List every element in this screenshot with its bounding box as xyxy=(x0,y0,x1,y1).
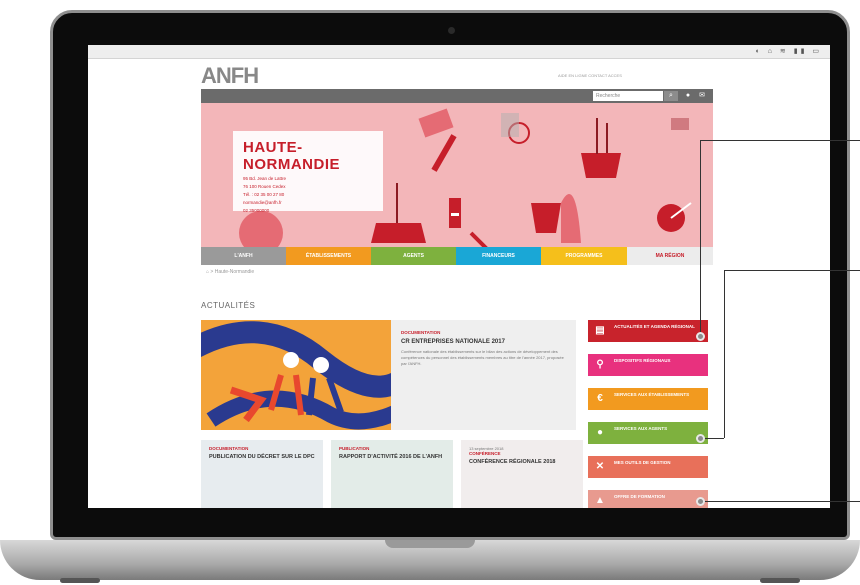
page-title: ACTUALITÉS xyxy=(201,301,256,310)
region-name: HAUTE-NORMANDIE xyxy=(243,139,340,173)
card-kicker: CONFÉRENCE xyxy=(469,451,501,456)
sidebar-item-agenda[interactable]: ▤ ACTUALITÉS ET AGENDA RÉGIONAL xyxy=(588,320,708,342)
sidebar-item-label: MES OUTILS DE GESTION xyxy=(614,460,671,465)
feature-image[interactable] xyxy=(201,320,391,430)
card-title[interactable]: CONFÉRENCE RÉGIONALE 2018 xyxy=(469,459,575,466)
news-card[interactable]: PUBLICATION RAPPORT D'ACTIVITÉ 2016 DE L… xyxy=(331,440,453,508)
sidebar-item-label: OFFRE DE FORMATION xyxy=(614,494,665,499)
feature-article[interactable]: DOCUMENTATION CR ENTREPRISES NATIONALE 2… xyxy=(391,320,576,430)
nav-item-agents[interactable]: AGENTS xyxy=(371,247,456,265)
fax-line: 02 35000000 xyxy=(243,208,270,213)
callout-line xyxy=(724,270,725,438)
card-title[interactable]: RAPPORT D'ACTIVITÉ 2016 DE L'ANFH xyxy=(339,454,445,461)
card-kicker: PUBLICATION xyxy=(339,446,370,451)
region-banner: HAUTE-NORMANDIE 95 Bd. Jean de Lattre 76… xyxy=(201,103,713,247)
tools-icon: ✕ xyxy=(595,461,605,472)
laptop-notch xyxy=(385,540,475,548)
sidebar-item-etablissements[interactable]: € SERVICES AUX ÉTABLISSEMENTS xyxy=(588,388,708,410)
sidebar-item-label: SERVICES AUX AGENTS xyxy=(614,426,668,431)
address-line: 95 Bd. Jean de Lattre xyxy=(243,176,287,181)
search-icon[interactable]: ⌕ xyxy=(664,91,678,101)
graduation-icon: ▲ xyxy=(595,495,605,506)
laptop-foot xyxy=(760,578,800,583)
sidebar-item-formation[interactable]: ▲ OFFRE DE FORMATION xyxy=(588,490,708,508)
nav-item-programmes[interactable]: PROGRAMMES xyxy=(541,247,627,265)
callout-dot xyxy=(696,497,705,506)
news-card[interactable]: 13 septembre 2018 CONFÉRENCE CONFÉRENCE … xyxy=(461,440,583,508)
nav-item-etablissements[interactable]: ÉTABLISSEMENTS xyxy=(286,247,371,265)
news-card[interactable]: DOCUMENTATION PUBLICATION DU DÉCRET SUR … xyxy=(201,440,323,508)
user-icon[interactable]: ● xyxy=(682,91,694,101)
laptop-foot xyxy=(60,578,100,583)
region-contact-card: HAUTE-NORMANDIE 95 Bd. Jean de Lattre 76… xyxy=(233,131,383,213)
card-title[interactable]: PUBLICATION DU DÉCRET SUR LE DPC xyxy=(209,454,315,461)
camera-icon xyxy=(448,27,455,34)
email-link[interactable]: normandie@anfh.fr xyxy=(243,200,373,205)
callout-line xyxy=(700,140,860,141)
laptop-mockup: ◐ ⌂ ≋ ▮▮ ▭ ANFH AIDE EN LIGNE CONTACT AC… xyxy=(0,0,860,585)
callout-line xyxy=(700,140,701,336)
nav-item-anfh[interactable]: L'ANFH xyxy=(201,247,286,265)
person-icon: ● xyxy=(596,427,604,438)
nav-item-financeurs[interactable]: FINANCEURS xyxy=(456,247,541,265)
key-icon: ⚲ xyxy=(596,359,604,370)
address-line: 76 100 Rouen Cedex xyxy=(243,184,286,189)
calendar-icon: ▤ xyxy=(595,325,605,336)
site-logo[interactable]: ANFH xyxy=(201,63,259,89)
breadcrumb[interactable]: ⌂ > Haute-Normandie xyxy=(206,269,254,275)
callout-line xyxy=(700,501,860,502)
feature-body: Conférence nationale des établissements … xyxy=(401,349,564,366)
top-links[interactable]: AIDE EN LIGNE CONTACT ACCES xyxy=(558,73,622,78)
search-input[interactable]: Recherche xyxy=(593,91,663,101)
feature-illustration xyxy=(201,321,391,430)
browser-toolbar: ◐ ⌂ ≋ ▮▮ ▭ xyxy=(88,45,830,59)
callout-dot xyxy=(696,434,705,443)
sidebar-item-label: SERVICES AUX ÉTABLISSEMENTS xyxy=(614,392,690,397)
callout-dot xyxy=(696,332,705,341)
sidebar-item-outils[interactable]: ✕ MES OUTILS DE GESTION xyxy=(588,456,708,478)
sidebar-item-label: ACTUALITÉS ET AGENDA RÉGIONAL xyxy=(614,324,695,329)
sidebar-item-agents[interactable]: ● SERVICES AUX AGENTS xyxy=(588,422,708,444)
sidebar-item-dispositifs[interactable]: ⚲ DISPOSITIFS RÉGIONAUX xyxy=(588,354,708,376)
mail-icon[interactable]: ✉ xyxy=(696,91,708,101)
phone-line: Tél. : 02 35 00 27 80 xyxy=(243,192,285,197)
system-status-icons: ◐ ⌂ ≋ ▮▮ ▭ xyxy=(755,48,822,55)
card-kicker: DOCUMENTATION xyxy=(209,446,249,451)
feature-title[interactable]: CR ENTREPRISES NATIONALE 2017 xyxy=(401,339,566,345)
feature-kicker: DOCUMENTATION xyxy=(401,330,441,335)
callout-line xyxy=(724,270,860,271)
sidebar-item-label: DISPOSITIFS RÉGIONAUX xyxy=(614,358,671,363)
euro-icon: € xyxy=(597,393,603,404)
main-nav: L'ANFH ÉTABLISSEMENTS AGENTS FINANCEURS … xyxy=(201,247,713,265)
